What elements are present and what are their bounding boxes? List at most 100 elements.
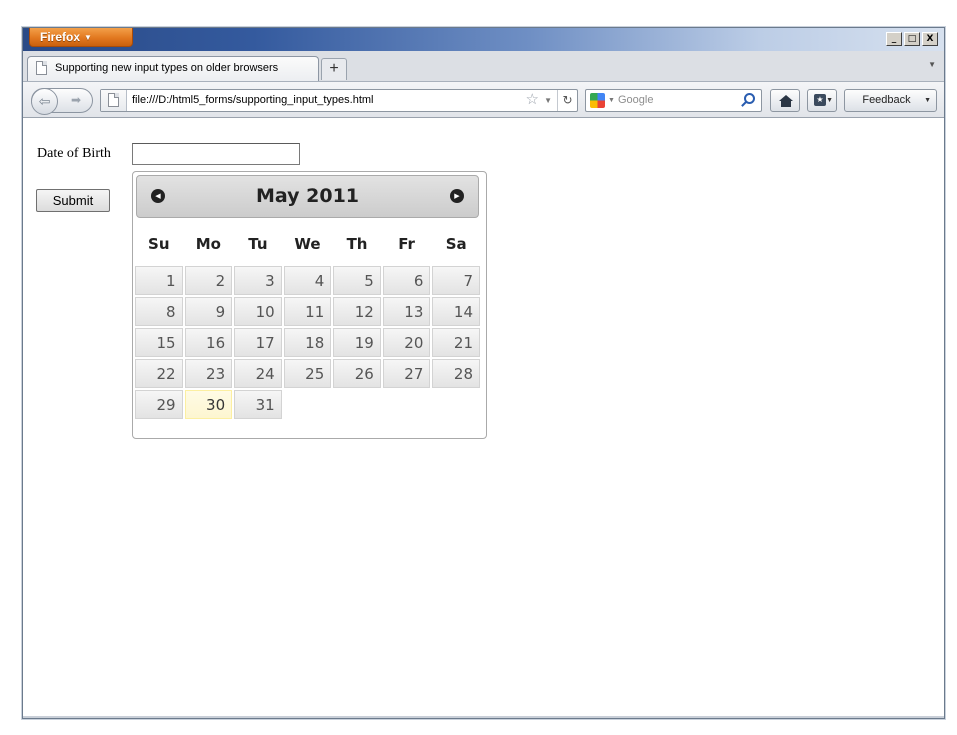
google-icon[interactable] — [590, 93, 605, 108]
calendar-day[interactable]: 6 — [382, 266, 431, 295]
calendar-cell: 17 — [234, 328, 282, 357]
back-forward-group: ⇦ ➡ — [31, 88, 93, 115]
calendar-body: 1 2 3 4 5 6 7 8 9 10 11 12 13 14 15 16 17 18 19 20 21 22 23 24 2… — [135, 266, 480, 419]
calendar-day[interactable]: 17 — [234, 328, 282, 357]
calendar-day[interactable]: 22 — [135, 359, 183, 388]
submit-button[interactable]: Submit — [36, 189, 110, 212]
navigation-toolbar: ⇦ ➡ file:///D:/html5_forms/supporting_in… — [23, 81, 944, 118]
calendar-day[interactable]: 14 — [432, 297, 480, 326]
calendar-cell — [284, 390, 332, 419]
calendar-day[interactable]: 21 — [432, 328, 480, 357]
weekday-label: Sa — [445, 235, 467, 253]
weekday-label: Mo — [195, 235, 221, 253]
calendar-day[interactable]: 28 — [432, 359, 480, 388]
weekday-label: Su — [148, 235, 170, 253]
calendar-cell: 16 — [184, 328, 233, 357]
firefox-menu-button[interactable]: Firefox ▼ — [29, 28, 133, 47]
calendar-day[interactable]: 26 — [333, 359, 381, 388]
page-icon — [36, 61, 47, 75]
calendar-day[interactable]: 13 — [382, 297, 431, 326]
calendar-cell: 20 — [382, 328, 431, 357]
calendar-cell: 26 — [333, 359, 381, 388]
calendar-week-row: 8 9 10 11 12 13 14 — [135, 297, 480, 326]
calendar-cell: 30 — [184, 390, 233, 419]
calendar-day[interactable]: 3 — [234, 266, 282, 295]
page-icon — [108, 93, 119, 107]
calendar-cell — [383, 390, 431, 419]
dob-input[interactable] — [132, 143, 300, 165]
search-icon[interactable] — [744, 93, 755, 104]
next-month-icon[interactable]: ▶ — [450, 189, 464, 203]
calendar-day[interactable]: 5 — [333, 266, 381, 295]
calendar-day[interactable]: 7 — [432, 266, 480, 295]
calendar-day[interactable]: 8 — [135, 297, 183, 326]
calendar-cell: 23 — [184, 359, 233, 388]
forward-button[interactable]: ➡ — [64, 89, 88, 112]
bookmarks-icon: ★ — [814, 94, 826, 106]
calendar-cell: 13 — [382, 297, 431, 326]
chevron-down-icon[interactable]: ▼ — [608, 90, 615, 111]
calendar-day[interactable]: 4 — [283, 266, 332, 295]
calendar-cell: 24 — [234, 359, 282, 388]
weekday-label: Th — [346, 235, 368, 253]
calendar-day[interactable]: 31 — [234, 390, 282, 419]
datepicker-header: ◀ May 2011 ▶ — [136, 175, 479, 218]
maximize-button[interactable]: □ — [904, 32, 920, 46]
star-icon[interactable]: ☆ — [526, 90, 539, 110]
calendar-week-row: 15 16 17 18 19 20 21 — [135, 328, 480, 357]
tab-active[interactable]: Supporting new input types on older brow… — [27, 56, 319, 81]
calendar-cell: 3 — [234, 266, 282, 295]
calendar-day[interactable]: 15 — [135, 328, 183, 357]
minimize-button[interactable]: _ — [886, 32, 902, 46]
close-button[interactable]: X — [922, 32, 938, 46]
url-bar[interactable]: file:///D:/html5_forms/supporting_input_… — [100, 89, 578, 112]
reload-icon[interactable]: ↻ — [557, 90, 577, 111]
title-bar: Firefox ▼ _ □ X — [23, 28, 944, 51]
calendar-cell — [432, 390, 480, 419]
back-icon: ⇦ — [38, 93, 51, 109]
weekday-label: Fr — [398, 235, 415, 253]
home-button[interactable] — [770, 89, 800, 112]
calendar-cell: 10 — [234, 297, 282, 326]
calendar-cell: 5 — [333, 266, 381, 295]
calendar-day[interactable]: 12 — [333, 297, 381, 326]
new-tab-button[interactable]: + — [321, 58, 347, 80]
feedback-label: Feedback — [862, 94, 911, 106]
back-button[interactable]: ⇦ — [31, 88, 58, 115]
calendar-day[interactable]: 2 — [184, 266, 233, 295]
calendar-day[interactable]: 25 — [283, 359, 332, 388]
status-bar — [23, 716, 944, 718]
calendar-day[interactable]: 23 — [184, 359, 233, 388]
calendar-cell: 4 — [283, 266, 332, 295]
calendar-day-today[interactable]: 30 — [184, 390, 233, 419]
url-text: file:///D:/html5_forms/supporting_input_… — [132, 94, 374, 106]
calendar-cell: 15 — [135, 328, 183, 357]
calendar-cell: 29 — [135, 390, 183, 419]
calendar-day[interactable]: 1 — [135, 266, 183, 295]
calendar-cell: 7 — [432, 266, 480, 295]
calendar-day[interactable]: 9 — [184, 297, 233, 326]
calendar-cell: 8 — [135, 297, 183, 326]
calendar-day[interactable]: 24 — [234, 359, 282, 388]
calendar-day[interactable]: 20 — [382, 328, 431, 357]
calendar-day[interactable]: 27 — [382, 359, 431, 388]
bookmarks-button[interactable]: ★ ▼ — [807, 89, 837, 112]
weekday-label: Tu — [248, 235, 268, 253]
calendar-day[interactable]: 16 — [184, 328, 233, 357]
chevron-down-icon[interactable]: ▼ — [544, 90, 552, 111]
tab-strip: Supporting new input types on older brow… — [23, 51, 944, 81]
calendar-week-row: 1234567 — [135, 266, 480, 295]
calendar-cell: 18 — [283, 328, 332, 357]
site-identity-button[interactable] — [101, 90, 127, 111]
calendar-day[interactable]: 10 — [234, 297, 282, 326]
calendar-day[interactable]: 18 — [283, 328, 332, 357]
chevron-down-icon: ▼ — [924, 97, 931, 104]
calendar-day[interactable]: 29 — [135, 390, 183, 419]
calendar-day[interactable]: 19 — [333, 328, 381, 357]
search-bar[interactable]: ▼ Google — [585, 89, 762, 112]
firefox-menu-label: Firefox — [40, 30, 81, 44]
feedback-button[interactable]: Feedback ▼ — [844, 89, 937, 112]
calendar-day[interactable]: 11 — [283, 297, 332, 326]
datepicker: ◀ May 2011 ▶ Su Mo Tu We Th Fr Sa 1234 5… — [132, 171, 487, 439]
list-all-tabs-icon[interactable]: ▼ — [928, 60, 936, 69]
